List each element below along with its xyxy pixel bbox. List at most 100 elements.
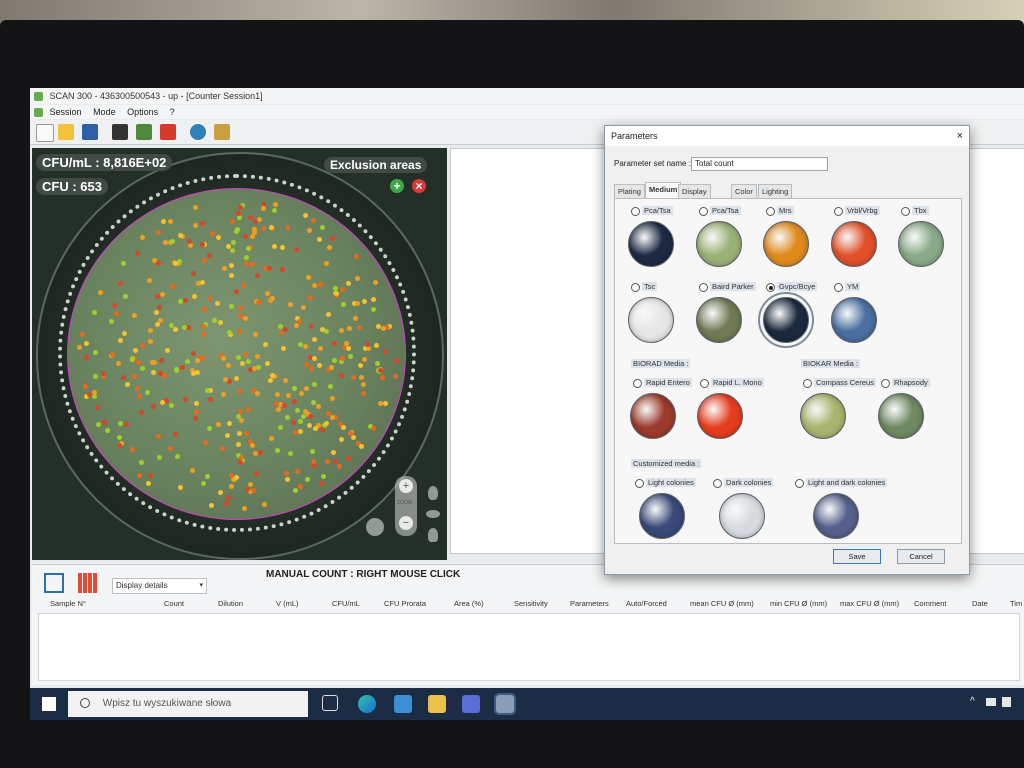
radio-rapid-entero[interactable] bbox=[633, 379, 642, 388]
windows-start-icon[interactable] bbox=[42, 697, 56, 711]
menu-options[interactable]: Options bbox=[127, 107, 158, 117]
dish-baird-parker[interactable] bbox=[696, 297, 742, 343]
export-image-icon[interactable] bbox=[136, 124, 152, 140]
col-sample[interactable]: Sample N° bbox=[50, 599, 86, 608]
col-sensitivity[interactable]: Sensitivity bbox=[514, 599, 548, 608]
radio-vrbl-vrbg[interactable] bbox=[834, 207, 843, 216]
radio-pca-tsa-1[interactable] bbox=[631, 207, 640, 216]
radio-ym[interactable] bbox=[834, 283, 843, 292]
center-view-icon[interactable] bbox=[366, 518, 384, 536]
results-table[interactable] bbox=[38, 613, 1020, 681]
col-count[interactable]: Count bbox=[164, 599, 184, 608]
col-comment[interactable]: Comment bbox=[914, 599, 947, 608]
col-cfu-ml[interactable]: CFU/mL bbox=[332, 599, 360, 608]
display-details-select[interactable]: Display details ▾ bbox=[112, 578, 207, 594]
light-icon[interactable] bbox=[428, 528, 438, 542]
store-icon[interactable] bbox=[462, 695, 480, 713]
col-dilution[interactable]: Dilution bbox=[218, 599, 243, 608]
col-volume[interactable]: V (mL) bbox=[276, 599, 299, 608]
dish-light-dark-colonies[interactable] bbox=[813, 493, 859, 539]
dish-mrs[interactable] bbox=[763, 221, 809, 267]
dish-vrbl-vrbg[interactable] bbox=[831, 221, 877, 267]
pdf-icon[interactable] bbox=[160, 124, 176, 140]
radio-light-colonies[interactable] bbox=[635, 479, 644, 488]
radio-pca-tsa-2[interactable] bbox=[699, 207, 708, 216]
dish-tsc[interactable] bbox=[628, 297, 674, 343]
colony-mark bbox=[273, 202, 279, 208]
new-file-icon[interactable] bbox=[36, 124, 54, 142]
dish-light-colonies[interactable] bbox=[639, 493, 685, 539]
volume-icon[interactable] bbox=[1002, 697, 1011, 707]
radio-rhapsody[interactable] bbox=[881, 379, 890, 388]
dish-compass-cereus[interactable] bbox=[800, 393, 846, 439]
radio-dark-colonies[interactable] bbox=[713, 479, 722, 488]
medium-label: Light and dark colonies bbox=[806, 478, 888, 487]
radio-mrs[interactable] bbox=[766, 207, 775, 216]
menu-mode[interactable]: Mode bbox=[93, 107, 116, 117]
edge-icon[interactable] bbox=[358, 695, 376, 713]
dish-rhapsody[interactable] bbox=[878, 393, 924, 439]
tab-lighting[interactable]: Lighting bbox=[758, 184, 793, 198]
contrast-icon[interactable] bbox=[426, 510, 440, 518]
dish-pca-tsa-2[interactable] bbox=[696, 221, 742, 267]
petri-image-panel[interactable]: CFU/mL : 8,816E+02 CFU : 653 Exclusion a… bbox=[32, 148, 447, 560]
col-time[interactable]: Tim bbox=[1010, 599, 1022, 608]
dish-ym[interactable] bbox=[831, 297, 877, 343]
menu-session[interactable]: Session bbox=[50, 107, 82, 117]
radio-rapid-l-mono[interactable] bbox=[700, 379, 709, 388]
col-mean-cfu[interactable]: mean CFU Ø (mm) bbox=[690, 599, 754, 608]
scan-app-icon[interactable] bbox=[494, 693, 516, 715]
close-icon[interactable]: × bbox=[957, 126, 963, 146]
dish-rapid-l-mono[interactable] bbox=[697, 393, 743, 439]
zoom-control[interactable]: + ZOOM − bbox=[395, 476, 417, 536]
task-view-icon[interactable] bbox=[322, 695, 338, 711]
radio-tsc[interactable] bbox=[631, 283, 640, 292]
radio-compass-cereus[interactable] bbox=[803, 379, 812, 388]
dish-tbx[interactable] bbox=[898, 221, 944, 267]
dish-pca-tsa-1[interactable] bbox=[628, 221, 674, 267]
menu-help[interactable]: ? bbox=[170, 107, 175, 117]
mail-icon[interactable] bbox=[394, 695, 412, 713]
dish-gvpc-bcye[interactable] bbox=[758, 292, 814, 348]
zoom-in-icon[interactable]: + bbox=[399, 479, 413, 493]
colony-mark bbox=[231, 240, 237, 246]
col-auto-forced[interactable]: Auto/Forced bbox=[626, 599, 667, 608]
dish-rapid-entero[interactable] bbox=[630, 393, 676, 439]
fit-view-icon[interactable] bbox=[44, 573, 64, 593]
grid-view-icon[interactable] bbox=[78, 573, 98, 593]
colony-mark bbox=[361, 391, 367, 397]
col-max-cfu[interactable]: max CFU Ø (mm) bbox=[840, 599, 899, 608]
col-date[interactable]: Date bbox=[972, 599, 988, 608]
col-cfu-prorata[interactable]: CFU Prorata bbox=[384, 599, 426, 608]
radio-gvpc-bcye[interactable] bbox=[766, 283, 775, 292]
tab-plating[interactable]: Plating bbox=[614, 184, 645, 198]
network-icon[interactable] bbox=[986, 698, 996, 706]
file-explorer-icon[interactable] bbox=[428, 695, 446, 713]
param-set-name-input[interactable]: Total count bbox=[691, 157, 828, 171]
brightness-icon[interactable] bbox=[428, 486, 438, 500]
radio-light-dark-colonies[interactable] bbox=[795, 479, 804, 488]
open-folder-icon[interactable] bbox=[58, 124, 74, 140]
tab-color[interactable]: Color bbox=[731, 184, 757, 198]
petri-dish-agar[interactable] bbox=[67, 188, 406, 520]
tab-display-options[interactable]: Display options bbox=[678, 184, 711, 209]
radio-baird-parker[interactable] bbox=[699, 283, 708, 292]
tab-medium[interactable]: Medium bbox=[645, 182, 682, 198]
taskbar-search[interactable]: Wpisz tu wyszukiwane słowa bbox=[68, 691, 308, 717]
zoom-out-icon[interactable]: − bbox=[399, 516, 413, 530]
radio-tbx[interactable] bbox=[901, 207, 910, 216]
edit-icon[interactable] bbox=[214, 124, 230, 140]
camera-icon[interactable] bbox=[112, 124, 128, 140]
tray-up-icon[interactable]: ^ bbox=[970, 696, 975, 707]
add-exclusion-icon[interactable]: + bbox=[390, 179, 404, 193]
colony-mark bbox=[117, 337, 123, 343]
remove-exclusion-icon[interactable]: × bbox=[412, 179, 426, 193]
col-min-cfu[interactable]: min CFU Ø (mm) bbox=[770, 599, 827, 608]
save-button[interactable]: Save bbox=[833, 549, 881, 564]
dish-dark-colonies[interactable] bbox=[719, 493, 765, 539]
cancel-button[interactable]: Cancel bbox=[897, 549, 945, 564]
col-parameters[interactable]: Parameters bbox=[570, 599, 609, 608]
save-icon[interactable] bbox=[82, 124, 98, 140]
col-area[interactable]: Area (%) bbox=[454, 599, 484, 608]
settings-icon[interactable] bbox=[190, 124, 206, 140]
